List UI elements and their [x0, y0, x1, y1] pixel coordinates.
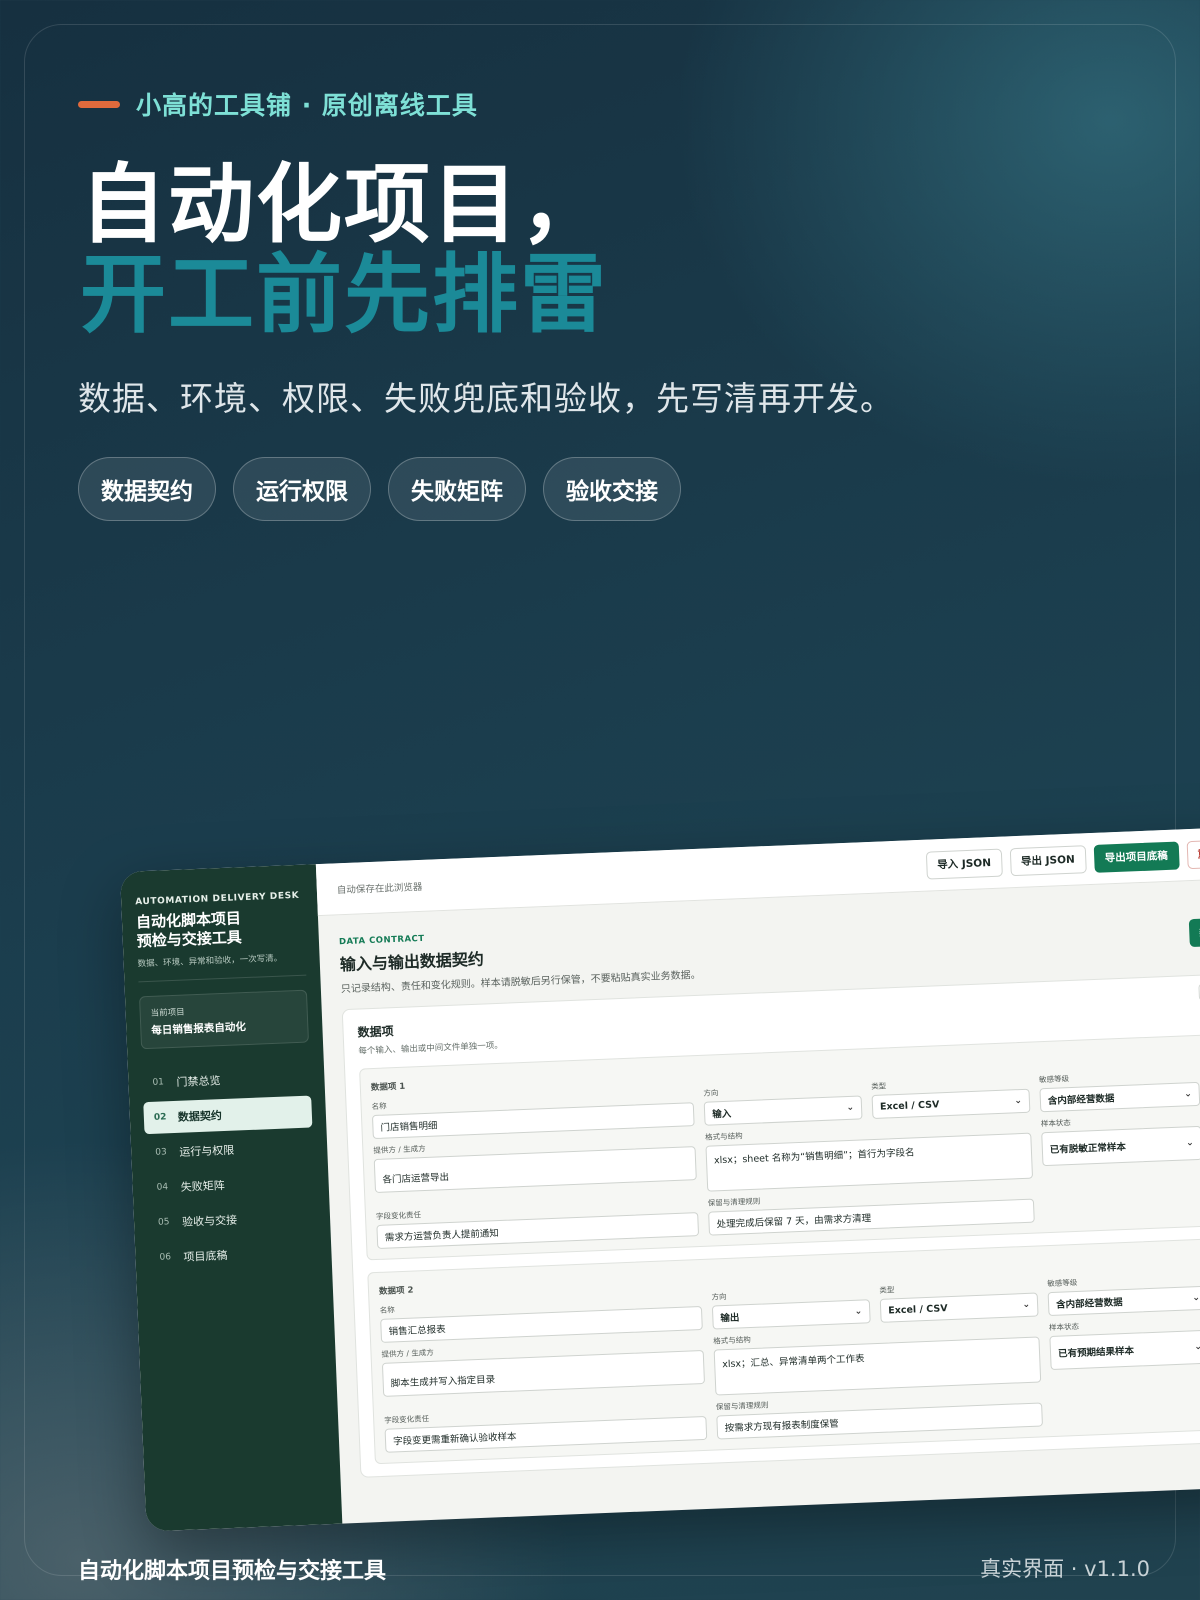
- direction-value: 输出: [720, 1312, 740, 1325]
- sensitivity-value: 含内部经营数据: [1055, 1297, 1123, 1311]
- add-data-button[interactable]: 新增数据: [1188, 916, 1200, 948]
- content: DATA CONTRACT 输入与输出数据契约 只记录结构、责任和变化规则。样本…: [318, 879, 1200, 1479]
- sidebar-item-failure-matrix[interactable]: 04 失败矩阵: [146, 1165, 315, 1204]
- sidebar-item-project-draft[interactable]: 06 项目底稿: [149, 1235, 318, 1274]
- chevron-down-icon: ⌄: [1186, 1138, 1194, 1149]
- app-desc: 数据、环境、异常和验收，一次写清。: [137, 950, 307, 982]
- chevron-down-icon: ⌄: [854, 1306, 863, 1317]
- eyebrow-text: 小高的工具铺 · 原创离线工具: [136, 91, 478, 120]
- current-project-value: 每日销售报表自动化: [151, 1020, 247, 1037]
- nav-number: 03: [155, 1146, 167, 1158]
- sensitivity-value: 含内部经营数据: [1047, 1093, 1115, 1107]
- chevron-down-icon: ⌄: [1194, 1341, 1200, 1353]
- nav-number: 01: [152, 1076, 165, 1088]
- main-area: 自动保存在此浏览器 导入 JSON 导出 JSON 导出项目底稿 重置示 DAT…: [315, 827, 1200, 1524]
- sidebar-item-acceptance[interactable]: 05 验收与交接: [147, 1200, 316, 1239]
- export-draft-button[interactable]: 导出项目底稿: [1093, 841, 1180, 873]
- type-field: 类型 Excel / CSV ⌄: [871, 1069, 1031, 1119]
- import-json-button[interactable]: 导入 JSON: [925, 848, 1003, 880]
- autosave-status: 自动保存在此浏览器: [336, 881, 423, 896]
- sample-value: 已有预期结果样本: [1057, 1345, 1135, 1360]
- sample-field: 样本状态 已有预期结果样本 ⌄: [1049, 1310, 1200, 1382]
- data-item-fields: 名称 销售汇总报表 方向 输出 ⌄ 类型 Excel / CSV ⌄ 敏感等级 …: [379, 1265, 1200, 1453]
- sample-value: 已有脱敏正常样本: [1049, 1141, 1127, 1156]
- poster-subtitle: 数据、环境、权限、失败兜底和验收，先写清再开发。: [78, 379, 894, 418]
- sidebar-nav: 01 门禁总览 02 数据契约 03 运行与权限 04 失败矩阵 05 验收与交…: [142, 1060, 318, 1274]
- reset-sample-button[interactable]: 重置示: [1186, 838, 1200, 869]
- sensitivity-field: 敏感等级 含内部经营数据 ⌄: [1047, 1266, 1200, 1317]
- nav-label: 运行与权限: [179, 1143, 235, 1159]
- nav-label: 失败矩阵: [180, 1178, 225, 1194]
- chevron-down-icon: ⌄: [1192, 1293, 1200, 1304]
- footer-title: 自动化脚本项目预检与交接工具: [78, 1559, 387, 1584]
- toolbar-buttons: 导入 JSON 导出 JSON 导出项目底稿 重置示: [925, 838, 1200, 880]
- nav-number: 06: [159, 1251, 172, 1263]
- current-project-label: 当前项目: [150, 1007, 185, 1019]
- data-item-card: × 数据项 2 名称 销售汇总报表 方向 输出⌄: [367, 1237, 1200, 1465]
- poster-eyebrow: 小高的工具铺 · 原创离线工具: [78, 86, 478, 122]
- chip-permissions: 运行权限: [233, 457, 371, 521]
- chip-data-contract: 数据契约: [78, 457, 216, 521]
- chevron-down-icon: ⌄: [846, 1102, 855, 1114]
- sample-select[interactable]: 已有脱敏正常样本 ⌄: [1041, 1125, 1200, 1167]
- sidebar-item-gate-overview[interactable]: 01 门禁总览: [142, 1060, 311, 1099]
- accent-bar: [78, 100, 120, 108]
- type-value: Excel / CSV: [887, 1302, 948, 1317]
- headline-line-2: 开工前先排雷: [80, 245, 608, 345]
- chevron-down-icon: ⌄: [1014, 1095, 1023, 1107]
- headline-line-1: 自动化项目，: [80, 155, 608, 255]
- app-title: 自动化脚本项目 预检与交接工具: [136, 907, 305, 951]
- feature-chips: 数据契约 运行权限 失败矩阵 验收交接: [78, 457, 681, 521]
- app-window: AUTOMATION DELIVERY DESK 自动化脚本项目 预检与交接工具…: [120, 827, 1200, 1532]
- type-field: 类型 Excel / CSV ⌄: [879, 1273, 1039, 1323]
- nav-label: 数据契约: [177, 1108, 223, 1124]
- sidebar-eyebrow: AUTOMATION DELIVERY DESK: [135, 890, 300, 908]
- sample-select[interactable]: 已有预期结果样本 ⌄: [1049, 1329, 1200, 1371]
- data-item-card: × 数据项 1 名称 门店销售明细 方向 输入⌄: [359, 1033, 1200, 1261]
- nav-number: 04: [156, 1181, 169, 1193]
- sidebar: AUTOMATION DELIVERY DESK 自动化脚本项目 预检与交接工具…: [120, 864, 343, 1532]
- nav-label: 门禁总览: [176, 1073, 221, 1089]
- type-value: Excel / CSV: [879, 1098, 940, 1113]
- direction-field: 方向 输入 ⌄: [703, 1075, 863, 1126]
- chevron-down-icon: ⌄: [1022, 1299, 1031, 1311]
- nav-number: 02: [153, 1111, 167, 1123]
- direction-field: 方向 输出 ⌄: [711, 1279, 871, 1330]
- direction-value: 输入: [712, 1108, 732, 1121]
- sample-field: 样本状态 已有脱敏正常样本 ⌄: [1040, 1106, 1200, 1178]
- chip-failure-matrix: 失败矩阵: [388, 457, 526, 521]
- footer-version: 真实界面 · v1.1.0: [980, 1557, 1150, 1581]
- chip-acceptance: 验收交接: [543, 457, 681, 521]
- export-json-button[interactable]: 导出 JSON: [1009, 844, 1087, 876]
- sensitivity-field: 敏感等级 含内部经营数据 ⌄: [1039, 1062, 1200, 1113]
- app-screenshot: AUTOMATION DELIVERY DESK 自动化脚本项目 预检与交接工具…: [120, 827, 1200, 1572]
- sidebar-item-data-contract[interactable]: 02 数据契约: [143, 1095, 313, 1134]
- nav-number: 05: [157, 1216, 170, 1228]
- nav-label: 项目底稿: [183, 1248, 228, 1264]
- chevron-down-icon: ⌄: [1184, 1089, 1192, 1100]
- sidebar-item-run-permissions[interactable]: 03 运行与权限: [145, 1130, 314, 1169]
- current-project-card[interactable]: 当前项目 每日销售报表自动化: [138, 989, 309, 1049]
- data-item-fields: 名称 门店销售明细 方向 输入 ⌄ 类型 Excel / CSV ⌄ 敏感等级 …: [371, 1061, 1200, 1249]
- nav-label: 验收与交接: [181, 1213, 238, 1229]
- data-items-panel: 数据项 每个输入、输出或中间文件单独一项。 2 项 × 数据项 1 名称 门店销…: [341, 973, 1200, 1478]
